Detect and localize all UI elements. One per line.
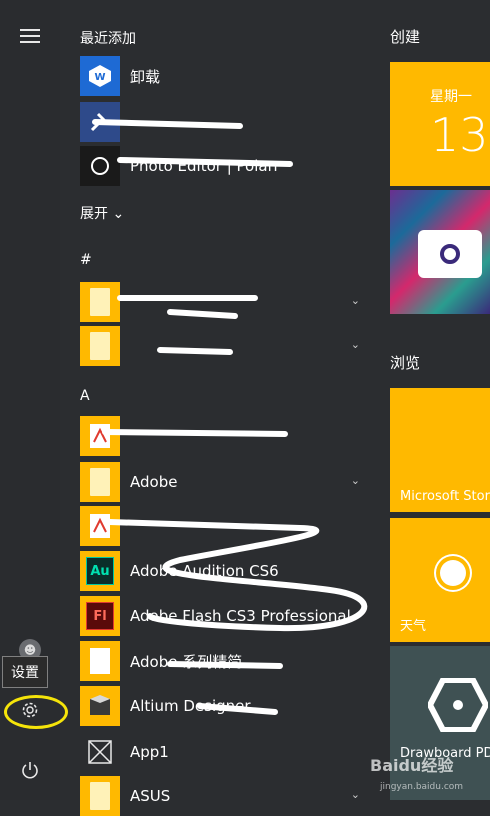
power-button[interactable] bbox=[0, 748, 60, 792]
flash-icon: Fl bbox=[80, 596, 120, 636]
app-list: 最近添加 W 卸载 Photo Editor | Polarr 展开 ⌄ # ⌄… bbox=[70, 0, 370, 816]
chevron-down-icon: ⌄ bbox=[112, 206, 125, 222]
app-item-acrobat-distiller[interactable] bbox=[80, 416, 370, 456]
app-label: Adobe Audition CS6 bbox=[130, 562, 279, 580]
chevron-down-icon[interactable]: ⌄ bbox=[351, 474, 360, 487]
app-item-flash[interactable]: Fl Adobe Flash CS3 Professional bbox=[80, 596, 370, 636]
hamburger-menu-button[interactable] bbox=[0, 14, 60, 58]
app-label: Adobe 系列精简 bbox=[130, 652, 243, 671]
folder-icon bbox=[80, 462, 120, 502]
app-label: App1 bbox=[130, 743, 169, 761]
app-item-folder-1[interactable]: ⌄ bbox=[80, 282, 370, 322]
app-item-adobe[interactable]: Adobe ⌄ bbox=[80, 462, 370, 502]
chevron-down-icon[interactable]: ⌄ bbox=[351, 788, 360, 801]
app-label: ASUS bbox=[130, 787, 171, 805]
app-item-altium[interactable]: Altium Designer bbox=[80, 686, 370, 726]
drawboard-icon bbox=[428, 678, 488, 732]
store-label: Microsoft Store bbox=[400, 489, 490, 504]
calendar-tile[interactable]: 星期一 13 bbox=[390, 62, 490, 186]
app-item-uninstall[interactable]: W 卸载 bbox=[80, 56, 370, 96]
app-label: Altium Designer bbox=[130, 697, 251, 715]
app-item-audition[interactable]: Au Adobe Audition CS6 bbox=[80, 551, 370, 591]
svg-text:W: W bbox=[94, 72, 105, 83]
altium-icon bbox=[80, 686, 120, 726]
settings-tooltip: 设置 bbox=[2, 656, 48, 688]
calendar-day: 星期一 bbox=[430, 89, 472, 105]
watermark-url: jingyan.baidu.com bbox=[380, 782, 464, 792]
app-item-adobe-series[interactable]: Adobe 系列精简 bbox=[80, 641, 370, 681]
drawboard-tile[interactable]: Drawboard PDF bbox=[390, 646, 490, 800]
store-tile[interactable]: Microsoft Store bbox=[390, 388, 490, 512]
app-item-folder-2[interactable]: ⌄ bbox=[80, 326, 370, 366]
acrobat-icon bbox=[80, 506, 120, 546]
chevron-down-icon[interactable]: ⌄ bbox=[351, 294, 360, 307]
app-item-polarr[interactable]: Photo Editor | Polarr bbox=[80, 146, 370, 186]
watermark-brand: Baidu经验 bbox=[370, 756, 454, 775]
section-a: A bbox=[80, 388, 90, 404]
hamburger-icon bbox=[20, 35, 40, 37]
weather-tile[interactable]: 天气 bbox=[390, 518, 490, 642]
document-icon bbox=[80, 641, 120, 681]
app1-icon bbox=[80, 732, 120, 772]
app-label: Photo Editor | Polarr bbox=[130, 157, 280, 175]
photos-tile[interactable] bbox=[390, 190, 490, 314]
calendar-date: 13 bbox=[430, 108, 489, 162]
polarr-icon bbox=[80, 146, 120, 186]
sun-icon bbox=[440, 560, 466, 586]
app-item-config-tool[interactable] bbox=[80, 102, 370, 142]
app-item-acrobat[interactable] bbox=[80, 506, 370, 546]
power-icon bbox=[22, 762, 38, 779]
group-browse: 浏览 bbox=[390, 354, 421, 372]
wps-icon: W bbox=[80, 56, 120, 96]
tools-icon bbox=[80, 102, 120, 142]
folder-icon bbox=[80, 326, 120, 366]
app-label: Adobe bbox=[130, 473, 178, 491]
app-label: 卸载 bbox=[130, 67, 161, 86]
weather-label: 天气 bbox=[400, 619, 427, 634]
section-hash: # bbox=[80, 252, 92, 268]
app-item-asus[interactable]: ASUS ⌄ bbox=[80, 776, 370, 816]
folder-icon bbox=[80, 776, 120, 816]
acrobat-distiller-icon bbox=[80, 416, 120, 456]
expand-button[interactable]: 展开 ⌄ bbox=[80, 203, 124, 223]
section-recently-added: 最近添加 bbox=[80, 31, 136, 47]
group-create: 创建 bbox=[390, 28, 421, 46]
tiles-pane: 创建 星期一 13 浏览 Microsoft Store 天气 Drawboar… bbox=[380, 0, 490, 800]
highlight-circle bbox=[4, 695, 68, 729]
folder-icon bbox=[80, 282, 120, 322]
audition-icon: Au bbox=[80, 551, 120, 591]
app-item-app1[interactable]: App1 bbox=[80, 732, 370, 772]
chevron-down-icon[interactable]: ⌄ bbox=[351, 338, 360, 351]
app-label: Adobe Flash CS3 Professional bbox=[130, 607, 351, 625]
